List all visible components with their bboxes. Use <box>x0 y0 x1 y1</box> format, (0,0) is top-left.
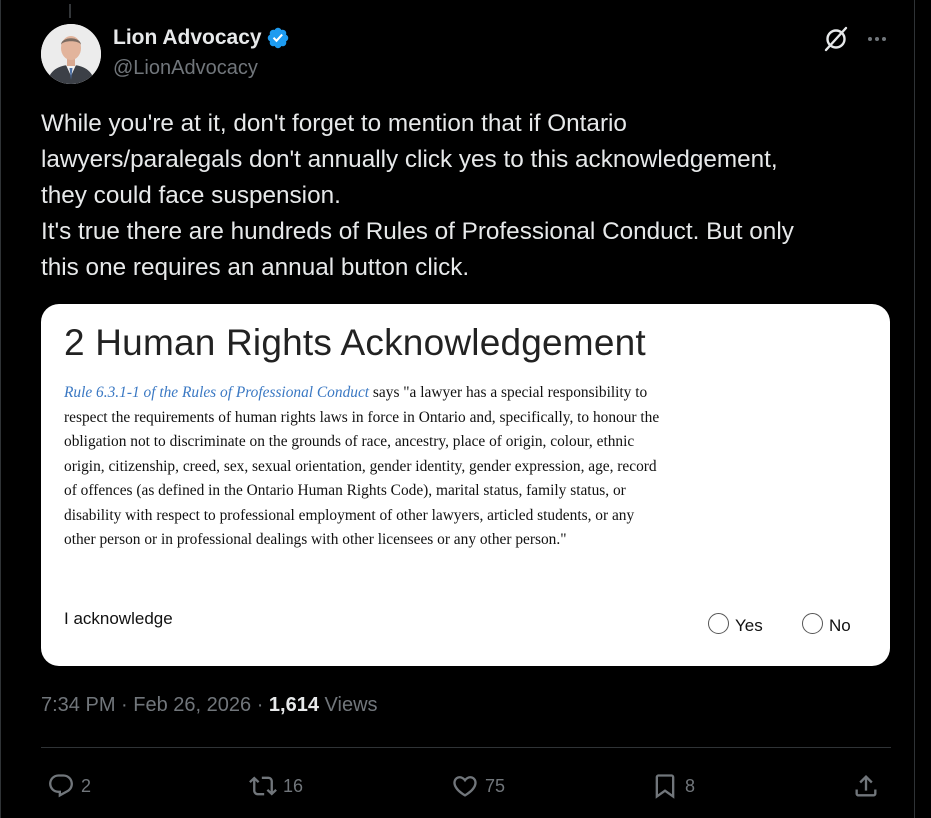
more-dot <box>875 37 879 41</box>
views-label: Views <box>318 694 378 716</box>
radio-yes-circle <box>708 613 729 634</box>
radio-no-label: No <box>829 616 851 635</box>
author-display-name[interactable]: Lion Advocacy <box>113 26 262 50</box>
like-button[interactable]: 75 <box>451 766 505 806</box>
views-count: 1,614 <box>268 694 319 716</box>
meta-separator: · <box>251 694 269 716</box>
meta-separator: · <box>115 694 134 716</box>
verified-badge-icon[interactable] <box>266 26 290 50</box>
reply-button[interactable]: 2 <box>47 766 91 806</box>
share-icon <box>855 775 877 797</box>
like-count: 75 <box>485 775 506 796</box>
radio-no-circle <box>802 613 823 634</box>
like-icon <box>453 776 477 797</box>
rule-text: says "a lawyer has a special responsibil… <box>64 384 660 548</box>
reply-icon <box>49 774 73 798</box>
radio-yes-label: Yes <box>735 616 763 635</box>
share-button[interactable] <box>852 766 880 806</box>
author-handle[interactable]: @LionAdvocacy <box>113 57 258 80</box>
avatar-image <box>41 24 101 84</box>
author-name-row[interactable]: Lion Advocacy <box>113 26 290 50</box>
radio-no: No <box>802 611 851 636</box>
repost-icon <box>249 776 277 796</box>
acknowledge-label: I acknowledge <box>64 609 173 628</box>
tweet-text: While you're at it, don't forget to ment… <box>41 110 794 281</box>
more-icon[interactable] <box>864 26 890 52</box>
column-border-left <box>0 0 1 818</box>
tweet-meta: 7:34 PM · Feb 26, 2026 · 1,614 Views <box>41 694 378 717</box>
grok-icon[interactable] <box>823 26 849 52</box>
column-border-right <box>914 0 915 818</box>
divider <box>41 747 891 748</box>
tweet-date[interactable]: Feb 26, 2026 <box>133 694 251 716</box>
bookmark-icon <box>655 774 675 799</box>
thread-connector-line <box>69 4 71 18</box>
card-body: Rule 6.3.1-1 of the Rules of Professiona… <box>64 381 664 553</box>
repost-button[interactable]: 16 <box>249 766 303 806</box>
bookmark-button[interactable]: 8 <box>651 766 695 806</box>
radio-yes: Yes <box>708 611 763 636</box>
reply-count: 2 <box>81 775 92 796</box>
bookmark-count: 8 <box>685 775 696 796</box>
repost-count: 16 <box>283 775 304 796</box>
attached-image-card[interactable]: 2 Human Rights Acknowledgement Rule 6.3.… <box>41 304 890 666</box>
more-dot <box>868 37 872 41</box>
rule-link: Rule 6.3.1-1 of the Rules of Professiona… <box>64 384 370 401</box>
tweet-time[interactable]: 7:34 PM <box>41 694 115 716</box>
card-title: 2 Human Rights Acknowledgement <box>64 322 646 363</box>
action-bar: 2 16 75 8 <box>41 766 891 806</box>
more-dot <box>882 37 886 41</box>
avatar[interactable] <box>41 24 101 84</box>
